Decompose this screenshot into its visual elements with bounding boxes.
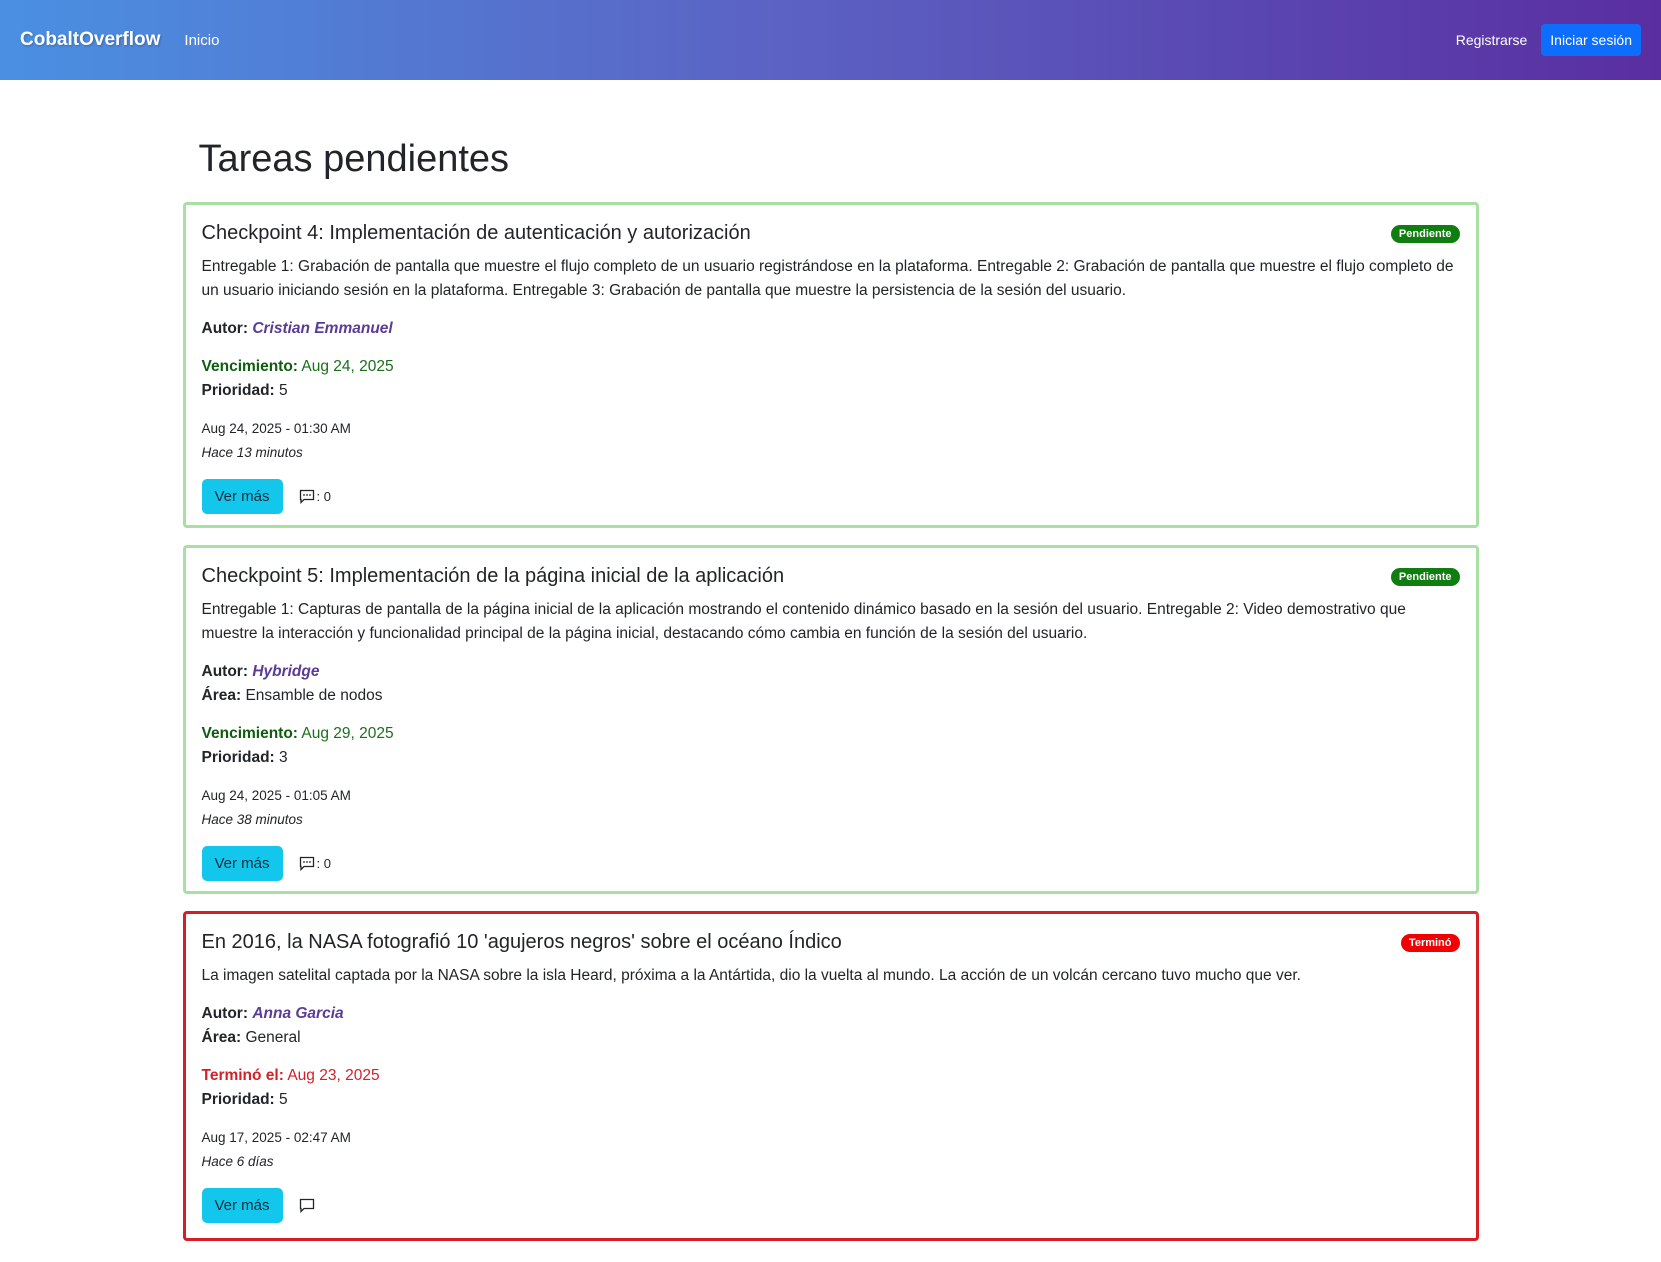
priority-value: 5 [279, 1091, 288, 1108]
task-due-row: Vencimiento: Aug 24, 2025 [202, 355, 1460, 379]
comments-count [299, 1198, 317, 1213]
area-value: Ensamble de nodos [245, 687, 383, 704]
task-header: En 2016, la NASA fotografió 10 'agujeros… [202, 931, 1460, 954]
priority-value: 3 [279, 749, 288, 766]
author-label: Autor: [201, 663, 249, 680]
task-description: La imagen satelital captada por la NASA … [201, 967, 1301, 984]
task-title[interactable]: Checkpoint 4: Implementación de autentic… [202, 222, 751, 245]
task-area-row: Área: General [202, 1026, 1460, 1050]
task-card: Checkpoint 5: Implementación de la págin… [182, 545, 1479, 894]
comments-suffix: : 0 [316, 856, 331, 871]
comments-count: : 0 [299, 856, 331, 871]
register-link[interactable]: Registrarse [1456, 32, 1528, 48]
due-label: Vencimiento: [201, 358, 298, 375]
ended-label: Terminó el: [201, 1067, 284, 1084]
task-title[interactable]: En 2016, la NASA fotografió 10 'agujeros… [202, 931, 842, 954]
task-actions: Ver más : 0 [201, 479, 1460, 514]
main-content: Tareas pendientes Checkpoint 4: Implemen… [182, 136, 1479, 1241]
author-name[interactable]: Anna Garcia [252, 1005, 343, 1022]
ended-date: Aug 23, 2025 [287, 1067, 380, 1084]
author-label: Autor: [201, 320, 249, 337]
view-more-button[interactable]: Ver más [201, 479, 283, 514]
task-actions: Ver más [201, 1188, 1460, 1223]
task-ended-row: Terminó el: Aug 23, 2025 [202, 1064, 1460, 1088]
task-area-row: Área: Ensamble de nodos [202, 684, 1460, 708]
comment-icon [299, 856, 314, 871]
created-ago: Hace 6 días [201, 1154, 274, 1169]
status-badge: Terminó [1400, 933, 1460, 952]
view-more-button[interactable]: Ver más [201, 846, 283, 881]
task-card: Checkpoint 4: Implementación de autentic… [182, 202, 1479, 528]
due-label: Vencimiento: [201, 725, 298, 742]
login-button[interactable]: Iniciar sesión [1541, 24, 1641, 56]
created-ago: Hace 38 minutos [201, 812, 303, 827]
task-due-row: Vencimiento: Aug 29, 2025 [202, 722, 1460, 746]
priority-label: Prioridad: [201, 749, 275, 766]
nav-right-group: Registrarse Iniciar sesión [1456, 24, 1641, 56]
task-description: Entregable 1: Grabación de pantalla que … [201, 258, 1454, 299]
created-date: Aug 17, 2025 - 02:47 AM [201, 1130, 351, 1145]
comment-icon [299, 489, 314, 504]
task-header: Checkpoint 5: Implementación de la págin… [202, 565, 1460, 588]
task-title[interactable]: Checkpoint 5: Implementación de la págin… [202, 565, 785, 588]
top-navbar: CobaltOverflow Inicio Registrarse Inicia… [0, 0, 1661, 80]
created-date: Aug 24, 2025 - 01:30 AM [201, 421, 351, 436]
priority-value: 5 [279, 382, 288, 399]
task-author-row: Autor: Cristian Emmanuel [202, 317, 1460, 341]
due-date: Aug 29, 2025 [301, 725, 394, 742]
nav-home-link[interactable]: Inicio [184, 32, 219, 49]
created-ago: Hace 13 minutos [201, 445, 303, 460]
task-header: Checkpoint 4: Implementación de autentic… [202, 222, 1460, 245]
task-author-row: Autor: Anna Garcia [202, 1002, 1460, 1026]
author-name[interactable]: Hybridge [252, 663, 319, 680]
view-more-button[interactable]: Ver más [201, 1188, 283, 1223]
task-priority-row: Prioridad: 5 [202, 379, 1460, 403]
author-name[interactable]: Cristian Emmanuel [252, 320, 392, 337]
task-card: En 2016, la NASA fotografió 10 'agujeros… [182, 911, 1479, 1241]
comments-suffix: : 0 [316, 489, 331, 504]
task-description: Entregable 1: Capturas de pantalla de la… [201, 601, 1406, 642]
task-priority-row: Prioridad: 5 [202, 1088, 1460, 1112]
created-date: Aug 24, 2025 - 01:05 AM [201, 788, 351, 803]
area-label: Área: [201, 1029, 242, 1046]
task-author-row: Autor: Hybridge [202, 660, 1460, 684]
status-badge: Pendiente [1390, 224, 1460, 243]
brand-logo[interactable]: CobaltOverflow [20, 29, 160, 51]
task-actions: Ver más : 0 [201, 846, 1460, 881]
task-priority-row: Prioridad: 3 [202, 746, 1460, 770]
due-date: Aug 24, 2025 [301, 358, 394, 375]
comments-count: : 0 [299, 489, 331, 504]
comment-icon [299, 1198, 314, 1213]
priority-label: Prioridad: [201, 1091, 275, 1108]
area-label: Área: [201, 687, 242, 704]
area-value: General [245, 1029, 301, 1046]
status-badge: Pendiente [1390, 567, 1460, 586]
priority-label: Prioridad: [201, 382, 275, 399]
author-label: Autor: [201, 1005, 249, 1022]
page-title: Tareas pendientes [198, 138, 510, 180]
